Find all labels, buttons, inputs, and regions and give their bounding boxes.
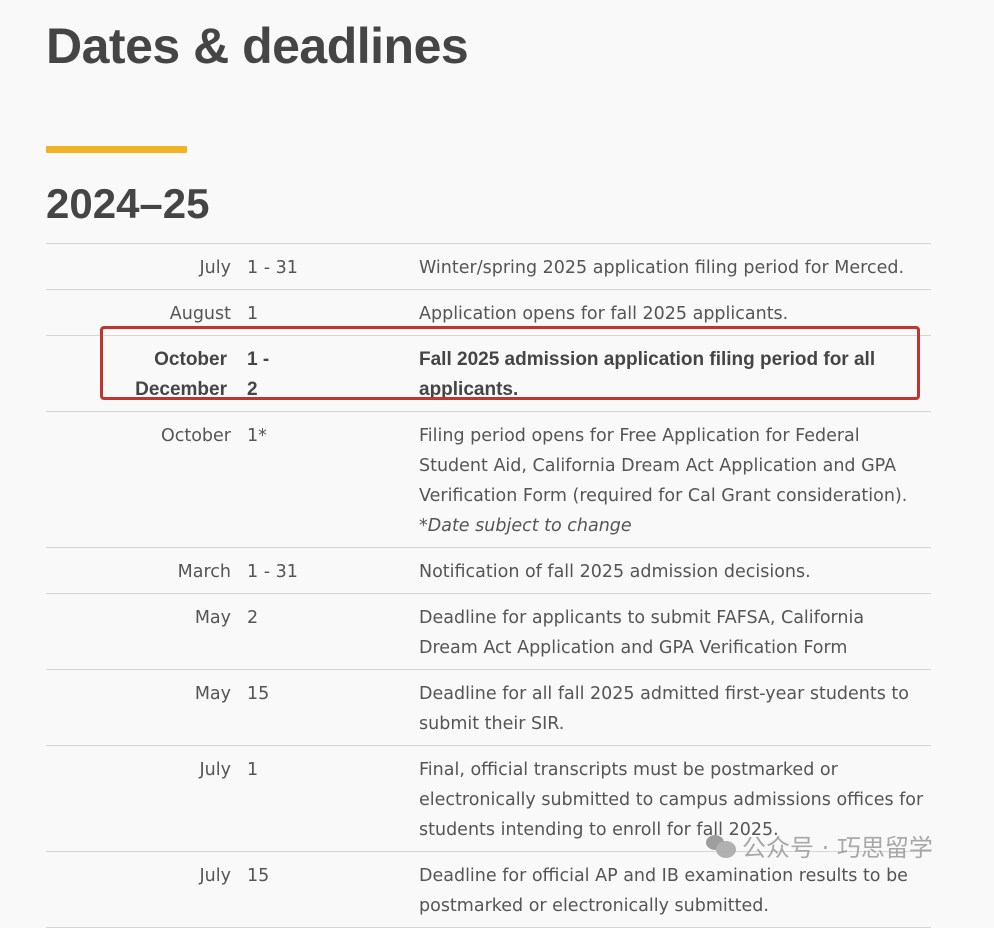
row-month: May	[194, 608, 231, 628]
table-row: March 1 - 31 Notification of fall 2025 a…	[46, 547, 931, 594]
row-description: Fall 2025 admission application filing p…	[419, 349, 876, 400]
row-description: Application opens for fall 2025 applican…	[419, 304, 789, 324]
page-title: Dates & deadlines	[46, 18, 469, 74]
table-row: May 15 Deadline for all fall 2025 admitt…	[46, 669, 931, 746]
watermark-text: 公众号 · 巧思留学	[742, 834, 933, 862]
table-row: May 2 Deadline for applicants to submit …	[46, 593, 931, 670]
table-row: August 1 Application opens for fall 2025…	[46, 289, 931, 336]
row-day: 1 - 2	[247, 336, 419, 412]
row-description: Deadline for applicants to submit FAFSA,…	[419, 608, 865, 658]
row-month: July	[199, 258, 231, 278]
row-month: July	[199, 760, 231, 780]
row-day: 2	[247, 608, 259, 628]
table-row-highlighted: October December 1 - 2 Fall 2025 admissi…	[46, 335, 931, 412]
row-day: 1	[247, 304, 259, 324]
row-day: 15	[247, 866, 270, 886]
row-description: Deadline for all fall 2025 admitted firs…	[419, 684, 909, 734]
row-description-text: Filing period opens for Free Application…	[419, 426, 908, 506]
row-day: 1	[247, 760, 259, 780]
row-month: August	[169, 304, 231, 324]
row-month: October December	[46, 336, 247, 412]
year-heading: 2024–25	[46, 180, 210, 227]
row-month: July	[199, 866, 231, 886]
row-day-start: 1 -	[247, 349, 270, 370]
table-row: July 1 - 31 Winter/spring 2025 applicati…	[46, 243, 931, 290]
row-day-end: 2	[247, 379, 258, 400]
row-month: October	[160, 426, 231, 446]
accent-divider	[46, 146, 187, 153]
row-month: May	[194, 684, 231, 704]
table-row: October 1* Filing period opens for Free …	[46, 411, 931, 548]
dates-table: July 1 - 31 Winter/spring 2025 applicati…	[46, 243, 931, 928]
row-day: 1 - 31	[247, 562, 298, 582]
row-month: March	[177, 562, 231, 582]
row-day: 1 - 31	[247, 258, 298, 278]
row-description: Notification of fall 2025 admission deci…	[419, 562, 811, 582]
row-description: Filing period opens for Free Application…	[419, 412, 931, 548]
date-change-note: *Date subject to change	[419, 516, 632, 536]
row-day: 15	[247, 684, 270, 704]
row-month-end: December	[135, 379, 227, 400]
row-description: Winter/spring 2025 application filing pe…	[419, 258, 905, 278]
row-month-start: October	[154, 349, 227, 370]
wechat-icon	[706, 833, 736, 859]
watermark: 公众号 · 巧思留学	[706, 828, 933, 863]
row-day: 1*	[247, 426, 267, 446]
